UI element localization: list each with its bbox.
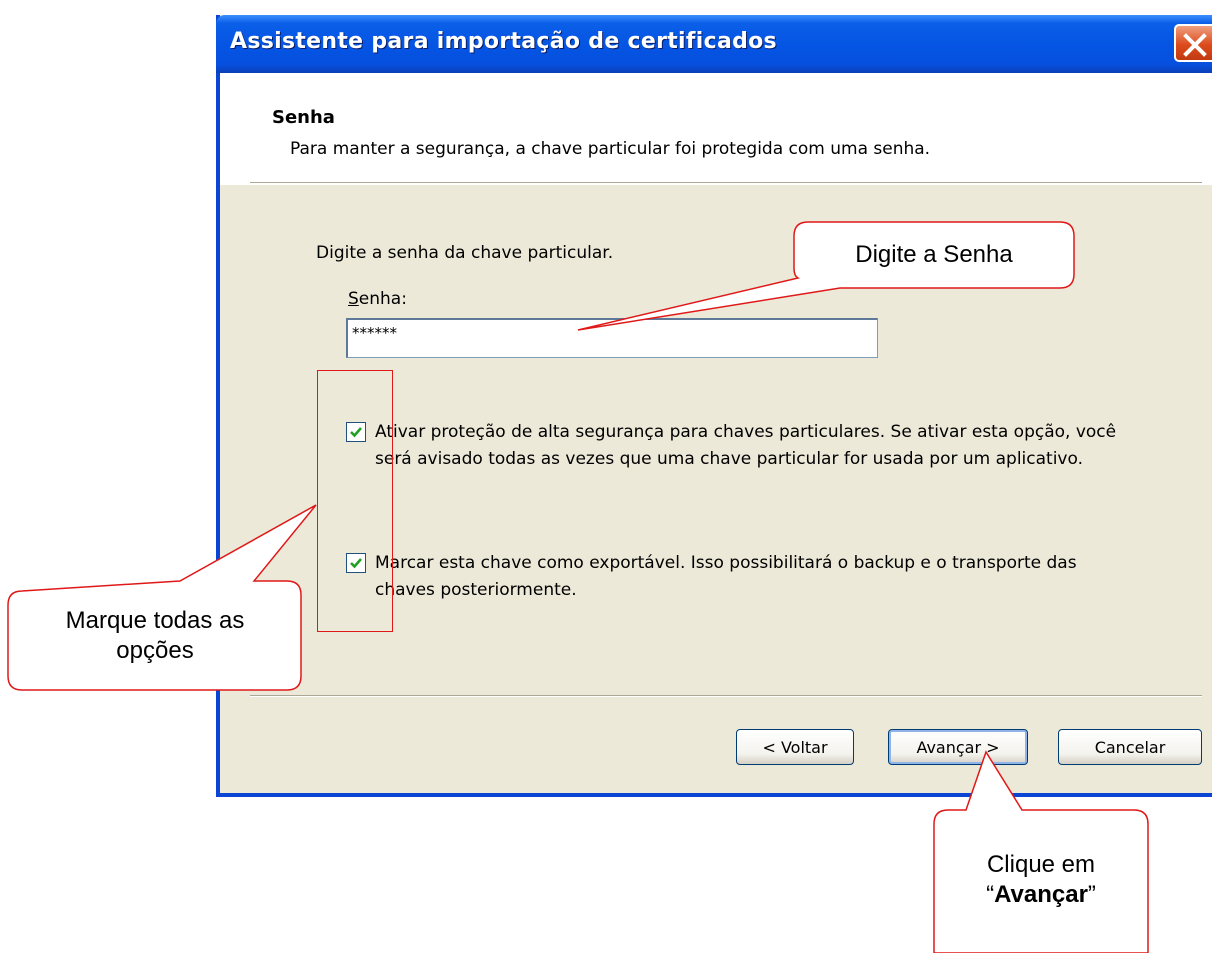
next-callout-line1: Clique em (986, 851, 1096, 878)
next-callout-text: Clique em “Avançar” (936, 850, 1146, 910)
options-callout-line1: Marque todas as (65, 607, 245, 634)
next-callout-line2: “Avançar” (936, 880, 1146, 910)
password-callout-text: Digite a Senha (855, 241, 1013, 268)
options-callout-text: Marque todas as opções (10, 606, 300, 666)
next-callout-bold: Avançar (994, 881, 1088, 908)
next-callout-quote-open: “ (986, 881, 995, 908)
options-callout-line2: opções (116, 637, 194, 664)
password-callout-shape (577, 221, 1075, 331)
next-callout-quote-close: ” (1087, 881, 1096, 908)
annotation-callouts (7, 221, 1149, 953)
